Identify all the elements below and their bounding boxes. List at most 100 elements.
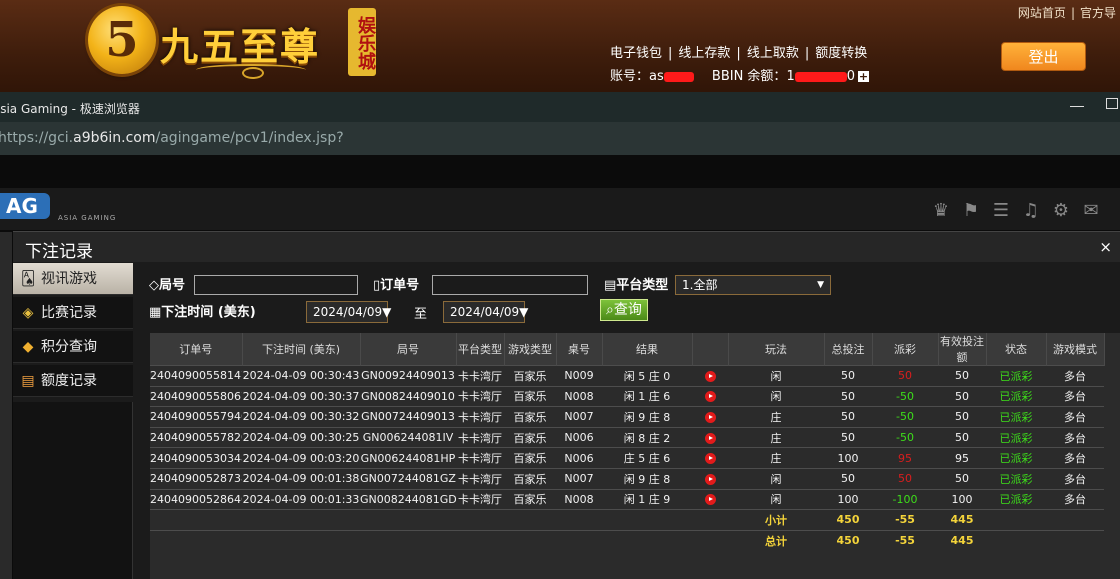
music-icon[interactable]: ♫ bbox=[1020, 200, 1042, 221]
empty-cell bbox=[504, 509, 556, 531]
bet-table: 订单号 下注时间 (美东) 局号 平台类型 游戏类型 桌号 结果 玩法 总投注 … bbox=[150, 333, 1120, 579]
round-cell: GN008244081GD bbox=[360, 488, 456, 510]
logo-badge: 5 bbox=[88, 6, 156, 74]
subtotal-row: 小计 450 -55 445 bbox=[150, 509, 1104, 531]
total-bet-cell: 100 bbox=[824, 447, 872, 469]
search-icon: ⌕ bbox=[606, 302, 614, 318]
flag-icon[interactable]: ⚑ bbox=[960, 200, 982, 221]
play-video-icon[interactable] bbox=[704, 473, 716, 485]
play-video-icon[interactable] bbox=[704, 370, 716, 382]
address-bar[interactable]: https://gci.a9b6in.com/agingame/pcv1/ind… bbox=[0, 122, 1120, 155]
col-total-bet: 总投注 bbox=[824, 333, 873, 366]
table-row: 2404090052873892024-04-09 00:01:38GN0072… bbox=[150, 467, 1104, 490]
table-cell: N009 bbox=[556, 365, 602, 387]
menu-item-points[interactable]: ◆ 积分查询 bbox=[13, 331, 133, 363]
balance-label: BBIN 余额： bbox=[711, 69, 787, 84]
result-cell: 闲 8 庄 2 bbox=[602, 426, 692, 448]
status-cell: 已派彩 bbox=[986, 426, 1046, 448]
transfer-link[interactable]: 额度转换 bbox=[815, 46, 867, 61]
empty-cell bbox=[556, 529, 602, 551]
round-cell: GN00724409013 bbox=[360, 406, 456, 428]
payout-cell: -50 bbox=[872, 385, 938, 407]
empty-cell bbox=[360, 529, 456, 551]
calendar-icon: ▦ bbox=[149, 305, 162, 320]
game-type-cell: 百家乐 bbox=[504, 488, 556, 510]
empty-cell bbox=[150, 529, 242, 551]
subtotal-payout: -55 bbox=[872, 509, 938, 531]
menu-item-live-games[interactable]: 🂡 视讯游戏 bbox=[13, 263, 133, 295]
chevron-down-icon: ▼ bbox=[817, 280, 824, 290]
order-input[interactable] bbox=[432, 275, 588, 295]
empty-cell bbox=[692, 509, 728, 531]
vip-icon[interactable]: ♛ bbox=[930, 200, 952, 221]
platform-select[interactable]: 1.全部 ▼ bbox=[675, 275, 831, 295]
status-cell: 已派彩 bbox=[986, 488, 1046, 510]
play-cell: 闲 bbox=[728, 385, 824, 407]
chat-icon[interactable]: ☰ bbox=[990, 200, 1012, 221]
date-to-picker[interactable]: 2024/04/09▼ bbox=[443, 301, 528, 323]
col-order: 订单号 bbox=[150, 333, 243, 366]
mode-cell: 多台 bbox=[1046, 365, 1104, 387]
payout-cell: -100 bbox=[872, 488, 938, 510]
payout-cell: 95 bbox=[872, 447, 938, 469]
play-video-icon[interactable] bbox=[704, 432, 716, 444]
table-cell: N007 bbox=[556, 467, 602, 490]
maximize-icon[interactable] bbox=[1106, 98, 1118, 109]
official-link[interactable]: 官方导 bbox=[1080, 6, 1116, 20]
play-cell: 闲 bbox=[728, 488, 824, 510]
message-icon[interactable]: ✉ bbox=[1080, 200, 1102, 221]
col-replay bbox=[692, 333, 729, 366]
add-balance-icon[interactable]: + bbox=[858, 71, 869, 82]
play-video-icon[interactable] bbox=[704, 494, 716, 506]
mode-cell: 多台 bbox=[1046, 385, 1104, 407]
round-input[interactable] bbox=[194, 275, 358, 295]
game-type-cell: 百家乐 bbox=[504, 467, 556, 490]
e-wallet-link[interactable]: 电子钱包 bbox=[610, 46, 662, 61]
order-cell: 240409005579461 bbox=[150, 406, 242, 428]
empty-cell bbox=[360, 509, 456, 531]
platform-cell: 卡卡湾厅 bbox=[456, 467, 504, 490]
bet-time-cell: 2024-04-09 00:30:37 bbox=[242, 385, 360, 407]
home-link[interactable]: 网站首页 bbox=[1018, 6, 1066, 20]
casino-banner: 5 九五至尊 娱乐城 网站首页 | 官方导 电子钱包 | 线上存款 | 线上取款 | 额度转换 … bbox=[0, 0, 1120, 92]
redaction-mark bbox=[794, 71, 847, 82]
replay bbox=[692, 426, 728, 448]
date-from-picker[interactable]: 2024/04/09▼ bbox=[306, 301, 391, 323]
result-cell: 闲 1 庄 9 bbox=[602, 488, 692, 510]
status-cell: 已派彩 bbox=[986, 406, 1046, 428]
total-bet-cell: 50 bbox=[824, 426, 872, 448]
play-video-icon[interactable] bbox=[704, 391, 716, 403]
minimize-icon[interactable] bbox=[1070, 98, 1084, 107]
logo-ornament bbox=[196, 64, 306, 79]
logout-button[interactable]: 登出 bbox=[1001, 42, 1086, 71]
total-bet-cell: 50 bbox=[824, 365, 872, 387]
empty-cell bbox=[986, 529, 1046, 551]
subtotal-total-bet: 450 bbox=[824, 509, 872, 531]
play-video-icon[interactable] bbox=[704, 453, 716, 465]
close-icon[interactable]: × bbox=[1099, 238, 1112, 256]
subtotal-label: 小计 bbox=[728, 509, 824, 531]
play-video-icon[interactable] bbox=[704, 411, 716, 423]
query-button[interactable]: ⌕查询 bbox=[600, 299, 648, 321]
menu-item-match-records[interactable]: ◈ 比赛记录 bbox=[13, 297, 133, 329]
deposit-link[interactable]: 线上存款 bbox=[678, 46, 730, 61]
menu-item-credit-records[interactable]: ▤ 额度记录 bbox=[13, 365, 133, 397]
mode-cell: 多台 bbox=[1046, 447, 1104, 469]
withdraw-link[interactable]: 线上取款 bbox=[747, 46, 799, 61]
valid-bet-cell: 50 bbox=[938, 385, 986, 407]
gear-icon[interactable]: ⚙ bbox=[1050, 200, 1072, 221]
play-cell: 闲 bbox=[728, 467, 824, 490]
total-payout: -55 bbox=[872, 529, 938, 551]
empty-cell bbox=[150, 509, 242, 531]
empty-cell bbox=[242, 509, 360, 531]
total-bet-cell: 50 bbox=[824, 467, 872, 490]
logo-tag: 娱乐城 bbox=[348, 8, 376, 76]
logo-text: 九五至尊 bbox=[160, 24, 321, 69]
round-cell: GN00924409013 bbox=[360, 365, 456, 387]
empty-cell bbox=[602, 509, 692, 531]
table-row: 2404090052864692024-04-09 00:01:33GN0082… bbox=[150, 488, 1104, 510]
order-cell: 240409005578206 bbox=[150, 426, 242, 448]
payout-cell: -50 bbox=[872, 406, 938, 428]
total-row: 总计 450 -55 445 bbox=[150, 529, 1104, 551]
left-edge bbox=[0, 232, 12, 579]
